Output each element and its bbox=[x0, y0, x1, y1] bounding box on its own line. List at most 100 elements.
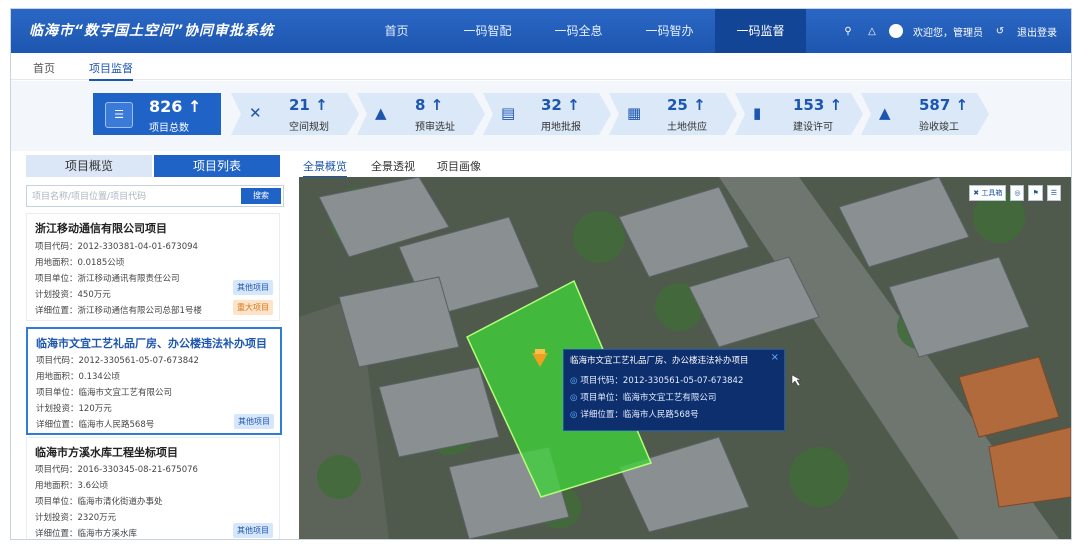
grid-icon: ▦ bbox=[627, 104, 642, 122]
project-code: 项目代码：2012-330561-05-07-673842 bbox=[36, 356, 199, 366]
satellite-map[interactable]: ✖ 工具箱 ◎ ⚑ ☰ 临海市文宜工艺礼品厂房、办公楼违法补办项目 × ◎ 项目代… bbox=[299, 177, 1071, 539]
project-address: 详细位置：临海市方溪水库 bbox=[35, 529, 138, 539]
badge-other: 其他项目 bbox=[233, 280, 273, 295]
stat-total-label: 项目总数 bbox=[149, 123, 189, 134]
app-window: 临海市“数字国土空间”协同审批系统 首页 一码智配 一码全息 一码智办 一码监督… bbox=[10, 8, 1072, 540]
building-icon: ▲ bbox=[879, 104, 891, 122]
project-popup: 临海市文宜工艺礼品厂房、办公楼违法补办项目 × ◎ 项目代码：2012-33056… bbox=[563, 349, 785, 431]
badge-other: 其他项目 bbox=[234, 414, 274, 429]
badge-other: 其他项目 bbox=[233, 523, 273, 538]
nav-holographic[interactable]: 一码全息 bbox=[533, 9, 624, 53]
project-card-selected[interactable]: 临海市文宜工艺礼品厂房、办公楼违法补办项目 项目代码：2012-330561-0… bbox=[26, 327, 282, 435]
project-invest: 计划投资：120万元 bbox=[36, 404, 112, 414]
tab-panorama-overview[interactable]: 全景概览 bbox=[303, 158, 347, 178]
project-title: 临海市方溪水库工程坐标项目 bbox=[35, 446, 178, 459]
stat-label: 验收竣工 bbox=[919, 122, 959, 133]
popup-title: 临海市文宜工艺礼品厂房、办公楼违法补办项目 bbox=[570, 356, 749, 366]
bullet-icon: ◎ bbox=[570, 410, 578, 420]
search-input[interactable]: 项目名称/项目位置/项目代码 搜索 bbox=[26, 185, 284, 207]
stat-label: 用地批报 bbox=[541, 122, 581, 133]
nav-smart-match[interactable]: 一码智配 bbox=[442, 9, 533, 53]
project-address: 详细位置：浙江移动通信有限公司总部1号楼 bbox=[35, 306, 202, 316]
breadcrumb-project-supervision[interactable]: 项目监督 bbox=[89, 60, 133, 81]
stat-value: 21 ↑ bbox=[289, 96, 328, 114]
project-invest: 计划投资：2320万元 bbox=[35, 513, 117, 523]
stat-label: 空间规划 bbox=[289, 122, 329, 133]
project-invest: 计划投资：450万元 bbox=[35, 290, 111, 300]
document-icon: ▤ bbox=[501, 104, 516, 122]
stat-land-supply[interactable]: ▦ 25 ↑ 土地供应 bbox=[609, 93, 737, 135]
popup-address: 详细位置：临海市人民路568号 bbox=[580, 410, 699, 420]
project-area: 用地面积：3.6公顷 bbox=[35, 481, 109, 491]
avatar[interactable] bbox=[889, 24, 903, 38]
stat-value: 587 ↑ bbox=[919, 96, 969, 114]
user-area: ⚲ △ 欢迎您，管理员 ↺ 退出登录 bbox=[841, 9, 1057, 53]
stat-total-value: 826 ↑ bbox=[149, 97, 202, 116]
logout-link[interactable]: 退出登录 bbox=[1017, 24, 1057, 39]
flag-icon[interactable]: ⚑ bbox=[1028, 185, 1043, 201]
stat-value: 153 ↑ bbox=[793, 96, 843, 114]
popup-row-address: ◎ 详细位置：临海市人民路568号 bbox=[570, 408, 699, 420]
tools-icon: ✕ bbox=[249, 104, 262, 122]
tab-project-list[interactable]: 项目列表 bbox=[154, 155, 280, 177]
project-unit: 项目单位：临海市文宜工艺有限公司 bbox=[36, 388, 173, 398]
top-bar: 临海市“数字国土空间”协同审批系统 首页 一码智配 一码全息 一码智办 一码监督… bbox=[11, 9, 1071, 53]
project-code: 项目代码：2016-330345-08-21-675076 bbox=[35, 465, 198, 475]
app-title: 临海市“数字国土空间”协同审批系统 bbox=[29, 23, 275, 39]
nav-smart-handle[interactable]: 一码智办 bbox=[624, 9, 715, 53]
location-icon: ▲ bbox=[375, 104, 387, 122]
badge-major: 重大项目 bbox=[233, 300, 273, 315]
project-code: 项目代码：2012-330381-04-01-673094 bbox=[35, 242, 198, 252]
stat-total[interactable]: ☰ 826 ↑ 项目总数 bbox=[93, 93, 221, 135]
project-unit: 项目单位：浙江移动通讯有限责任公司 bbox=[35, 274, 180, 284]
nav-home[interactable]: 首页 bbox=[351, 9, 442, 53]
welcome-text: 欢迎您，管理员 bbox=[913, 27, 983, 39]
tab-panorama-perspective[interactable]: 全景透视 bbox=[371, 158, 415, 174]
project-title: 浙江移动通信有限公司项目 bbox=[35, 222, 167, 235]
popup-row-unit: ◎ 项目单位：临海市文宜工艺有限公司 bbox=[570, 391, 716, 403]
checklist-icon: ☰ bbox=[105, 102, 133, 128]
stat-label: 土地供应 bbox=[667, 122, 707, 133]
tab-project-overview[interactable]: 项目概览 bbox=[26, 155, 152, 177]
search-button[interactable]: 搜索 bbox=[241, 188, 281, 204]
stat-pre-review[interactable]: ▲ 8 ↑ 预审选址 bbox=[357, 93, 485, 135]
stat-spatial-planning[interactable]: ✕ 21 ↑ 空间规划 bbox=[231, 93, 359, 135]
project-address: 详细位置：临海市人民路568号 bbox=[36, 420, 155, 430]
toolbox-label: 工具箱 bbox=[981, 189, 1003, 197]
clipboard-icon: ▮ bbox=[753, 104, 762, 122]
project-card[interactable]: 浙江移动通信有限公司项目 项目代码：2012-330381-04-01-6730… bbox=[26, 213, 280, 321]
logout-icon[interactable]: ↺ bbox=[993, 26, 1007, 37]
main-nav: 首页 一码智配 一码全息 一码智办 一码监督 bbox=[351, 9, 806, 53]
bullet-icon: ◎ bbox=[570, 376, 578, 386]
project-area: 用地面积：0.134公顷 bbox=[36, 372, 120, 382]
close-icon[interactable]: × bbox=[771, 352, 779, 363]
bell-icon[interactable]: △ bbox=[865, 26, 879, 37]
stat-construction-permit[interactable]: ▮ 153 ↑ 建设许可 bbox=[735, 93, 863, 135]
bullet-icon: ◎ bbox=[570, 393, 578, 403]
project-area: 用地面积：0.0185公顷 bbox=[35, 258, 125, 268]
stat-label: 预审选址 bbox=[415, 122, 455, 133]
project-unit: 项目单位：临海市清化街道办事处 bbox=[35, 497, 163, 507]
stats-bar: ☰ 826 ↑ 项目总数 ✕ 21 ↑ 空间规划 ▲ 8 ↑ 预审选址 ▤ 32… bbox=[11, 81, 1071, 151]
breadcrumb-home[interactable]: 首页 bbox=[33, 60, 55, 76]
globe-icon[interactable]: ◎ bbox=[1010, 185, 1025, 201]
toolbox-button[interactable]: ✖ 工具箱 bbox=[969, 185, 1007, 201]
stat-value: 32 ↑ bbox=[541, 96, 580, 114]
popup-code: 项目代码：2012-330561-05-07-673842 bbox=[580, 376, 744, 386]
stat-acceptance[interactable]: ▲ 587 ↑ 验收竣工 bbox=[861, 93, 989, 135]
stat-label: 建设许可 bbox=[793, 122, 833, 133]
project-panel: 项目概览 项目列表 项目名称/项目位置/项目代码 搜索 浙江移动通信有限公司项目… bbox=[26, 155, 284, 539]
popup-unit: 项目单位：临海市文宜工艺有限公司 bbox=[580, 393, 717, 403]
stat-value: 25 ↑ bbox=[667, 96, 706, 114]
breadcrumb: 首页 项目监督 bbox=[11, 53, 1071, 81]
stat-land-approval[interactable]: ▤ 32 ↑ 用地批报 bbox=[483, 93, 611, 135]
layers-icon[interactable]: ☰ bbox=[1046, 185, 1061, 201]
tab-project-portrait[interactable]: 项目画像 bbox=[437, 158, 481, 174]
search-icon[interactable]: ⚲ bbox=[841, 26, 855, 37]
map-tabs: 全景概览 全景透视 项目画像 bbox=[299, 155, 1071, 178]
project-card[interactable]: 临海市方溪水库工程坐标项目 项目代码：2016-330345-08-21-675… bbox=[26, 437, 280, 539]
map-toolbar: ✖ 工具箱 ◎ ⚑ ☰ bbox=[969, 185, 1061, 201]
nav-supervision[interactable]: 一码监督 bbox=[715, 9, 806, 53]
popup-row-code: ◎ 项目代码：2012-330561-05-07-673842 bbox=[570, 374, 743, 386]
search-placeholder: 项目名称/项目位置/项目代码 bbox=[32, 192, 147, 202]
